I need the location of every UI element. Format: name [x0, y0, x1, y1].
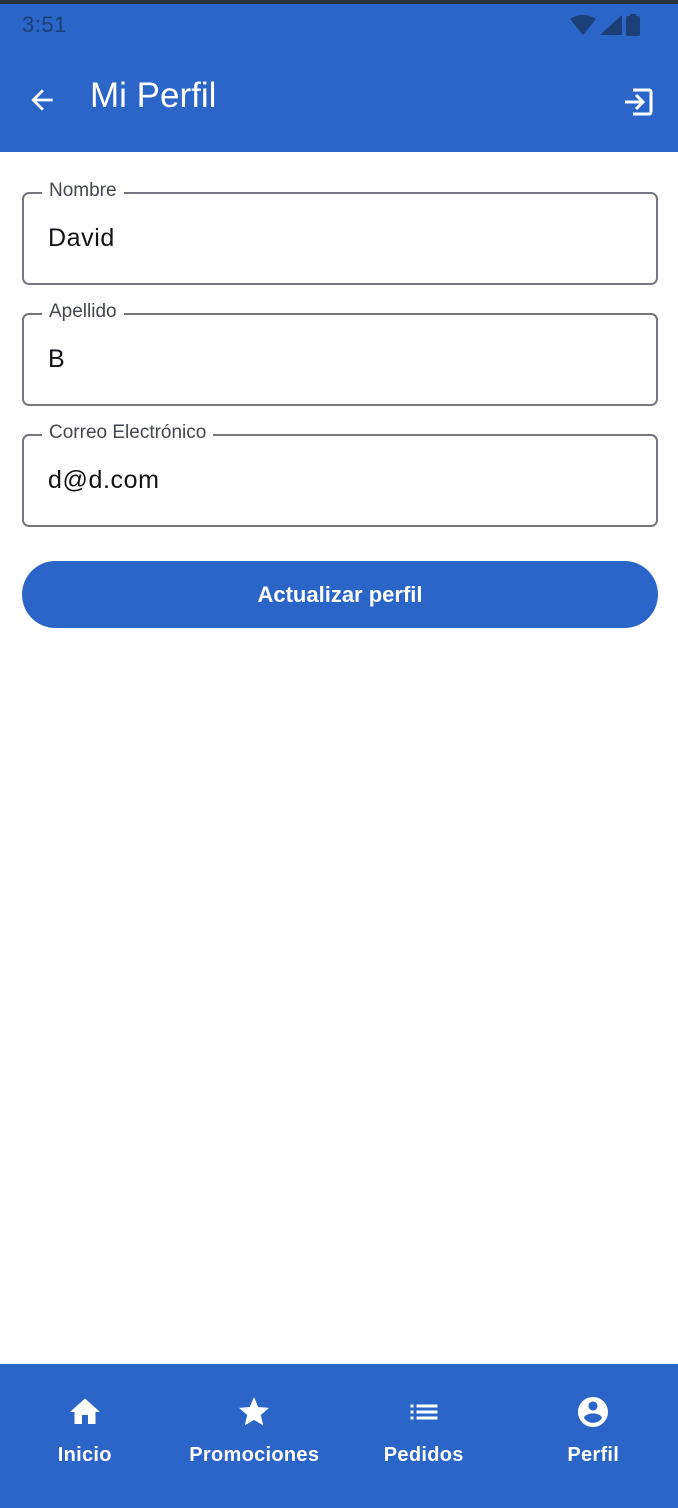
account-circle-icon [575, 1394, 611, 1430]
signal-icon [600, 15, 622, 35]
nav-label-inicio: Inicio [57, 1444, 112, 1466]
nav-label-promociones: Promociones [189, 1444, 320, 1466]
arrow-back-icon [31, 89, 53, 111]
first-name-input[interactable] [48, 217, 628, 259]
bottom-navigation: Inicio Promociones Pedidos Perfil [0, 1364, 678, 1508]
nav-item-inicio[interactable]: Inicio [0, 1364, 170, 1508]
email-label: Correo Electrónico [42, 421, 214, 445]
status-icons [570, 14, 640, 36]
logout-button[interactable] [618, 80, 658, 124]
nav-label-pedidos: Pedidos [383, 1444, 464, 1466]
nav-item-perfil[interactable]: Perfil [509, 1364, 678, 1508]
wifi-icon [570, 15, 596, 35]
back-button[interactable] [20, 78, 64, 122]
last-name-field[interactable]: Apellido [22, 300, 658, 406]
home-icon [67, 1394, 103, 1430]
first-name-field[interactable]: Nombre [22, 179, 658, 285]
last-name-input[interactable] [48, 338, 628, 380]
email-field[interactable]: Correo Electrónico [22, 421, 658, 527]
battery-icon [626, 14, 640, 36]
first-name-label: Nombre [42, 179, 124, 203]
list-icon [406, 1394, 442, 1430]
logout-icon [625, 88, 653, 116]
last-name-label: Apellido [42, 300, 124, 324]
nav-item-promociones[interactable]: Promociones [170, 1364, 340, 1508]
update-profile-button[interactable]: Actualizar perfil [22, 561, 658, 628]
nav-item-pedidos[interactable]: Pedidos [339, 1364, 509, 1508]
email-input[interactable] [48, 459, 628, 501]
page-title: Mi Perfil [90, 76, 217, 115]
status-time: 3:51 [22, 12, 67, 37]
star-icon [236, 1394, 272, 1430]
nav-label-perfil: Perfil [567, 1444, 620, 1466]
app-header: 3:51 Mi Perfil [0, 4, 678, 152]
